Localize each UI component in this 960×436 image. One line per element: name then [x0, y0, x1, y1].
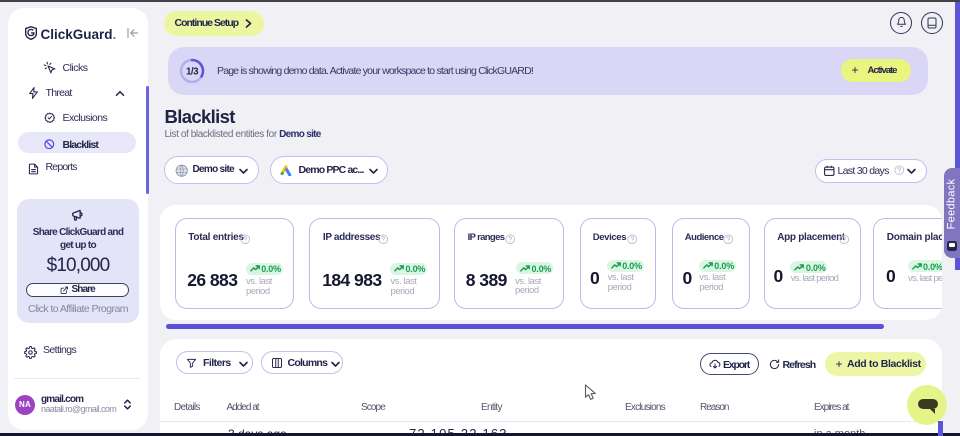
svg-text:1/3: 1/3	[186, 67, 199, 78]
